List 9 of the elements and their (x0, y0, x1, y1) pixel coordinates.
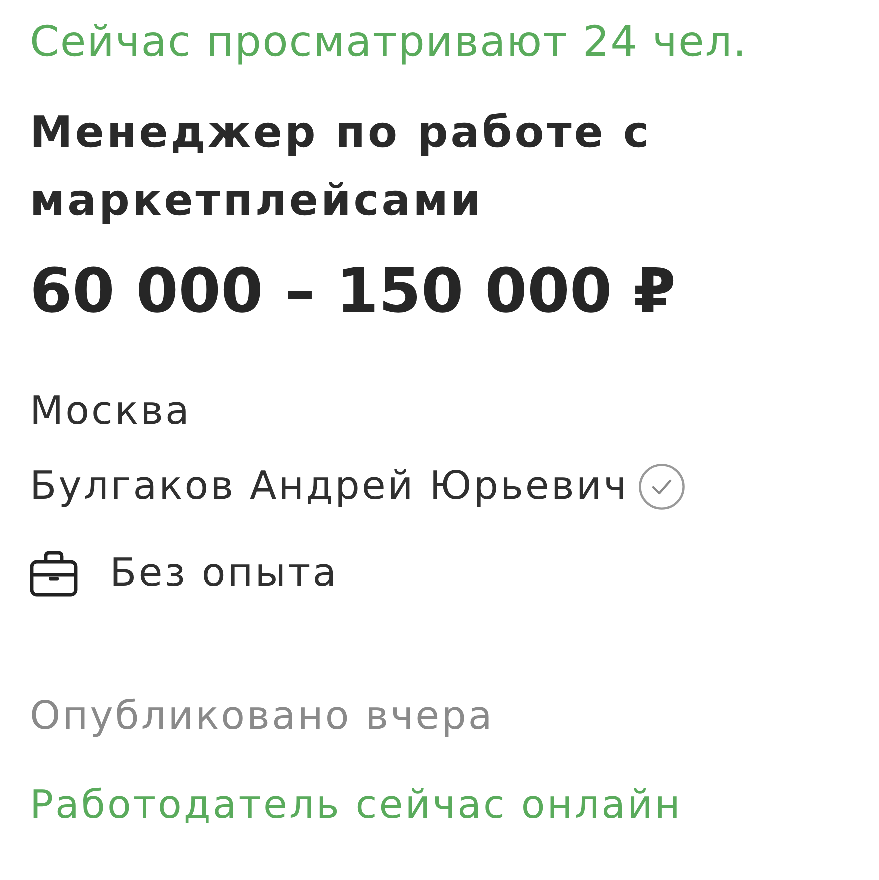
salary-range: 60 000 – 150 000 ₽ (30, 255, 676, 329)
experience-label: Без опыта (110, 550, 339, 598)
briefcase-icon (30, 551, 78, 597)
viewers-count: Сейчас просматривают 24 чел. (30, 16, 748, 68)
employer-online-status: Работодатель сейчас онлайн (30, 782, 682, 830)
employer-name[interactable]: Булгаков Андрей Юрьевич (30, 462, 629, 512)
job-title: Менеджер по работе с маркетплейсами (30, 107, 652, 228)
published-date: Опубликовано вчера (30, 693, 494, 741)
city-label: Москва (30, 388, 192, 436)
